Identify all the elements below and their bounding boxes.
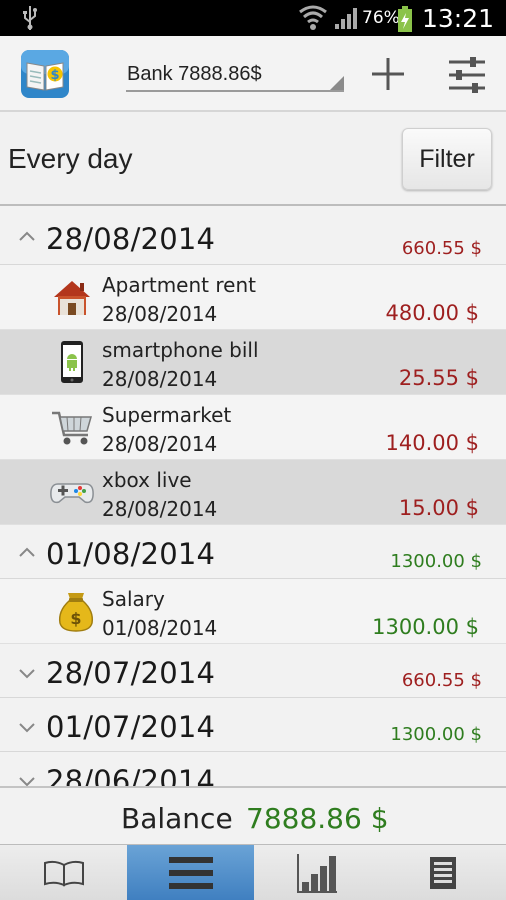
transaction-date: 28/08/2014 <box>102 302 218 326</box>
tab-reports[interactable] <box>380 845 506 900</box>
balance-value: 7888.86 $ <box>246 802 389 835</box>
transaction-name: Supermarket <box>102 403 232 427</box>
battery-percent: 76% <box>362 8 400 28</box>
transaction-row[interactable]: Supermarket 28/08/2014 140.00 $ <box>0 395 506 460</box>
chevron-up-icon <box>19 547 35 557</box>
transaction-amount: 25.55 $ <box>398 366 479 390</box>
group-amount: 660.55 $ <box>401 238 482 259</box>
chevron-down-icon <box>19 723 35 733</box>
group-date: 01/07/2014 <box>46 710 216 744</box>
usb-icon <box>23 6 37 30</box>
status-bar: 76% 13:21 <box>0 0 506 36</box>
transaction-name: Apartment rent <box>102 273 256 297</box>
transaction-row[interactable]: $ Salary 01/08/2014 1300.00 $ <box>0 579 506 644</box>
shopping-cart-icon <box>52 411 92 445</box>
report-icon <box>430 857 456 889</box>
tab-accounts[interactable] <box>0 845 127 900</box>
group-header[interactable]: 28/07/2014 660.55 $ <box>0 644 506 698</box>
action-bar: $ Bank 7888.86$ <box>0 36 506 112</box>
group-amount: 660.55 $ <box>401 670 482 691</box>
clock: 13:21 <box>422 4 495 33</box>
signal-icon <box>335 8 357 29</box>
transaction-date: 28/08/2014 <box>102 432 218 456</box>
transaction-amount: 480.00 $ <box>385 301 479 325</box>
svg-text:$: $ <box>70 609 81 628</box>
list-icon <box>168 857 213 889</box>
settings-sliders-icon[interactable] <box>446 54 488 96</box>
chevron-up-icon <box>19 231 35 241</box>
transaction-date: 01/08/2014 <box>102 616 218 640</box>
chevron-down-icon <box>19 777 35 786</box>
transaction-name: Salary <box>102 587 165 611</box>
transaction-row[interactable]: smartphone bill 28/08/2014 25.55 $ <box>0 330 506 395</box>
group-date: 01/08/2014 <box>46 537 216 571</box>
group-amount: 1300.00 $ <box>390 551 482 572</box>
svg-text:$: $ <box>50 68 59 83</box>
period-label[interactable]: Every day <box>8 143 133 175</box>
balance-bar: Balance 7888.86 $ <box>0 786 506 844</box>
group-header[interactable]: 28/06/2014 <box>0 752 506 786</box>
transaction-name: smartphone bill <box>102 338 259 362</box>
smartphone-icon <box>61 341 83 383</box>
transaction-date: 28/08/2014 <box>102 367 218 391</box>
account-selector[interactable]: Bank 7888.86$ <box>126 58 344 92</box>
add-icon[interactable] <box>368 54 408 94</box>
transaction-row[interactable]: xbox live 28/08/2014 15.00 $ <box>0 460 506 525</box>
chevron-down-icon <box>19 669 35 679</box>
tab-transactions[interactable] <box>127 845 254 900</box>
bar-chart-icon <box>297 854 337 893</box>
group-date: 28/08/2014 <box>46 222 216 256</box>
balance-label: Balance <box>121 802 233 835</box>
bottom-tab-bar <box>0 844 506 900</box>
transaction-list[interactable]: 28/08/2014 660.55 $ Apartment rent 28/08… <box>0 206 506 786</box>
transaction-amount: 140.00 $ <box>385 431 479 455</box>
gamepad-icon <box>50 483 94 504</box>
transaction-date: 28/08/2014 <box>102 497 218 521</box>
transaction-amount: 1300.00 $ <box>372 615 479 639</box>
money-bag-icon: $ <box>58 593 94 632</box>
filter-row: Every day Filter <box>0 112 506 206</box>
app-logo-icon[interactable]: $ <box>20 49 70 99</box>
group-header[interactable]: 28/08/2014 660.55 $ <box>0 206 506 265</box>
group-date: 28/07/2014 <box>46 656 216 690</box>
house-icon <box>54 281 90 315</box>
transaction-name: xbox live <box>102 468 192 492</box>
account-label: Bank 7888.86$ <box>127 63 262 85</box>
group-header[interactable]: 01/07/2014 1300.00 $ <box>0 698 506 752</box>
book-icon <box>43 860 84 887</box>
filter-button[interactable]: Filter <box>402 128 492 190</box>
battery-charging-icon <box>398 6 412 32</box>
group-amount: 1300.00 $ <box>390 724 482 745</box>
transaction-row[interactable]: Apartment rent 28/08/2014 480.00 $ <box>0 265 506 330</box>
wifi-icon <box>299 5 327 30</box>
transaction-amount: 15.00 $ <box>398 496 479 520</box>
tab-charts[interactable] <box>254 845 380 900</box>
dropdown-triangle-icon <box>330 76 344 90</box>
group-header[interactable]: 01/08/2014 1300.00 $ <box>0 525 506 579</box>
group-date: 28/06/2014 <box>46 764 216 786</box>
